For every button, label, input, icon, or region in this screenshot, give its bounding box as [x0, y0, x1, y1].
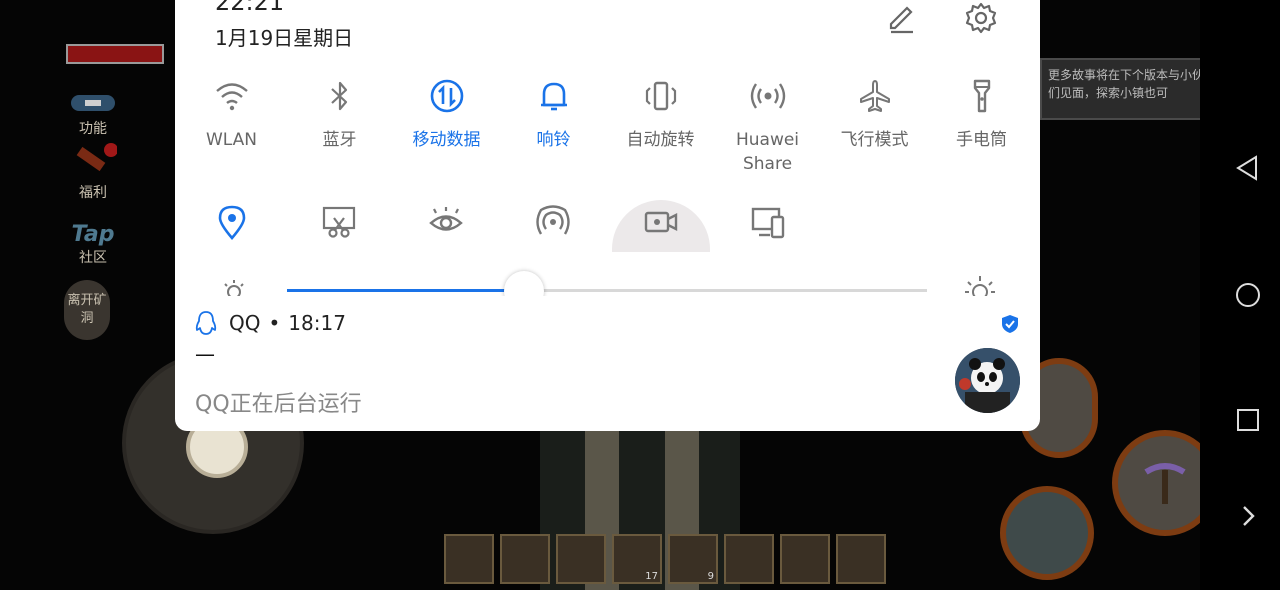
notification-body: QQ正在后台运行: [195, 392, 362, 417]
hotbar-slot-axe[interactable]: [500, 534, 550, 584]
tile-auto-rotate[interactable]: 自动旋转: [607, 78, 714, 152]
hud-tap-community-button[interactable]: Tap 社区: [68, 222, 118, 267]
tile-bluetooth[interactable]: 蓝牙: [286, 78, 393, 152]
clock-time: 22:21: [215, 0, 285, 16]
edit-icon[interactable]: [885, 2, 917, 34]
hud-leave-label: 离开矿洞: [67, 293, 107, 326]
tile-multi-screen[interactable]: [719, 200, 817, 252]
notification-title: —: [195, 342, 215, 366]
hotbar-slot-watering-can[interactable]: [724, 534, 774, 584]
flashlight-icon: [973, 79, 990, 113]
tile-huawei-share[interactable]: Huawei Share: [714, 78, 821, 176]
tile-ring[interactable]: 响铃: [500, 78, 607, 152]
pickaxe-icon: [1144, 463, 1186, 504]
bell-icon: [540, 82, 567, 111]
eye-comfort-icon: [429, 207, 463, 231]
hud-function-button[interactable]: 功能: [68, 92, 118, 138]
brightness-slider[interactable]: [287, 271, 927, 311]
hotbar-slot-chest[interactable]: [836, 534, 886, 584]
hotbar-slot-sickle[interactable]: [556, 534, 606, 584]
tile-label: 手电筒: [956, 130, 1007, 150]
tile-location[interactable]: [183, 200, 281, 252]
tile-flashlight[interactable]: 手电筒: [928, 78, 1035, 152]
tile-mobile-data[interactable]: 移动数据: [393, 78, 500, 152]
health-bar: [66, 44, 164, 64]
hotbar-slot-potion[interactable]: 9: [668, 534, 718, 584]
tile-label: 飞行模式: [840, 130, 909, 150]
screenshot-icon: [322, 206, 356, 238]
hotbar-slot-pickaxe[interactable]: [444, 534, 494, 584]
tile-wlan[interactable]: WLAN: [178, 78, 285, 152]
hud-welfare-button[interactable]: 福利: [68, 142, 118, 202]
notification-card-qq[interactable]: QQ • 18:17 — QQ正在后台运行: [175, 296, 1040, 431]
item-button[interactable]: [1000, 486, 1094, 580]
airplane-icon: [859, 80, 890, 112]
tile-label: 蓝牙: [322, 130, 357, 150]
multi-screen-icon: [751, 207, 785, 239]
slot-count: 9: [707, 571, 714, 582]
tile-screenshot[interactable]: [290, 200, 388, 252]
notification-app-name: QQ: [229, 311, 261, 335]
location-icon: [218, 205, 246, 240]
tap-logo: Tap: [71, 222, 115, 247]
home-circle-icon[interactable]: [1234, 281, 1262, 309]
chevron-right-icon[interactable]: [1234, 502, 1262, 530]
tile-airplane-mode[interactable]: 飞行模式: [821, 78, 928, 152]
hud-function-label: 功能: [79, 121, 107, 137]
tile-eye-comfort[interactable]: [397, 200, 495, 252]
recents-square-icon[interactable]: [1234, 406, 1262, 434]
hud-community-label: 社区: [79, 250, 107, 266]
gift-icon: [76, 143, 117, 172]
notification-separator: •: [268, 311, 281, 335]
avatar: [955, 348, 1020, 413]
gamepad-icon: [71, 95, 115, 111]
hotbar-slot-barrel[interactable]: 17: [612, 534, 662, 584]
hotbar: 17 9: [444, 534, 888, 590]
screen-record-icon: [644, 211, 678, 233]
auto-rotate-icon: [645, 81, 676, 111]
tile-label: 自动旋转: [626, 130, 695, 150]
screen: 功能 福利 Tap 社区 离开矿洞 更多故事将在下个版本与小伙伴们见面，探索小镇…: [0, 0, 1280, 590]
hotspot-icon: [536, 205, 570, 235]
back-triangle-icon[interactable]: [1234, 154, 1262, 182]
hud-welfare-label: 福利: [79, 185, 107, 201]
tile-screen-record[interactable]: [612, 200, 710, 252]
tile-label: 响铃: [536, 130, 571, 150]
settings-gear-icon[interactable]: [965, 2, 997, 34]
brightness-slider-fill: [287, 289, 524, 292]
tile-hotspot[interactable]: [504, 200, 602, 252]
clock-date: 1月19日星期日: [215, 26, 354, 50]
notification-shade: 22:21 1月19日星期日 WLAN 蓝牙 移动数据 响铃 自动旋转 Huaw…: [175, 0, 1040, 311]
story-text: 更多故事将在下个版本与小伙伴们见面，探索小镇也可: [1048, 68, 1217, 100]
tile-label: WLAN: [205, 130, 258, 150]
notification-time: 18:17: [288, 311, 346, 335]
panda-avatar-image: [955, 348, 1020, 413]
tile-label: Huawei Share: [735, 130, 800, 174]
qq-penguin-icon: [195, 311, 217, 335]
tile-label: 移动数据: [412, 130, 481, 150]
verified-shield-icon: [1002, 315, 1018, 333]
wifi-icon: [215, 83, 248, 111]
huawei-share-icon: [750, 83, 785, 109]
notification-header: QQ • 18:17: [195, 310, 346, 336]
hotbar-slot-bow[interactable]: [780, 534, 830, 584]
slot-count: 17: [645, 571, 658, 582]
bluetooth-icon: [330, 81, 347, 111]
mobile-data-icon: [430, 79, 463, 113]
hud-leave-mine-button[interactable]: 离开矿洞: [64, 280, 110, 340]
